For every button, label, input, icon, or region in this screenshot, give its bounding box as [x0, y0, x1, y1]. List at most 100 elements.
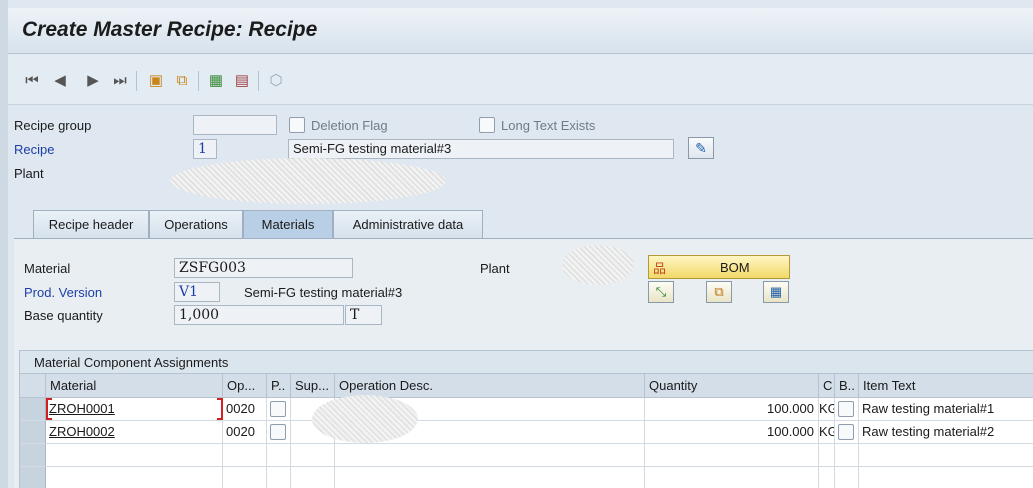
tab-label: Operations — [164, 217, 228, 232]
recipe-field[interactable]: 1 — [193, 139, 217, 159]
table-cell-quantity[interactable]: 100.000 — [645, 421, 819, 444]
table-cell-operation[interactable]: 0020 — [223, 421, 267, 444]
table-cell-material[interactable]: ZROH0002 — [46, 421, 223, 444]
table-icon: ▦ — [769, 284, 783, 299]
table-cell-material[interactable]: ZROH0001 — [46, 398, 223, 421]
next-page-icon[interactable]: ▶ — [83, 69, 103, 91]
column-header-c[interactable]: C — [819, 374, 835, 398]
table-cell-material[interactable] — [46, 467, 223, 488]
p-checkbox[interactable] — [270, 401, 286, 417]
column-header-quantity[interactable]: Quantity — [645, 374, 819, 398]
table-cell-material[interactable] — [46, 444, 223, 467]
table-cell-unit[interactable] — [819, 467, 835, 488]
tab-label: Materials — [261, 217, 315, 232]
table-cell-b[interactable] — [835, 467, 859, 488]
first-page-icon[interactable]: ⏮ — [22, 69, 42, 91]
redacted-operation-desc — [312, 395, 418, 443]
bom-structure-icon: 品 — [653, 261, 667, 276]
title-bar: Create Master Recipe: Recipe — [8, 8, 1033, 54]
left-frame-edge — [0, 0, 8, 488]
table-cell-quantity[interactable] — [645, 467, 819, 488]
recipe-group-field[interactable] — [193, 115, 277, 135]
column-header-operation-desc[interactable]: Operation Desc. — [335, 374, 645, 398]
table-cell-item-text[interactable] — [859, 444, 1033, 467]
table-cell-operation[interactable]: 0020 — [223, 398, 267, 421]
row-selector[interactable] — [20, 421, 46, 444]
recipe-label[interactable]: Recipe — [14, 142, 54, 157]
table-cell-operation-desc[interactable] — [335, 444, 645, 467]
column-header-p[interactable]: P.. — [267, 374, 291, 398]
structure-icon[interactable]: ▦ — [206, 69, 226, 91]
tab-materials[interactable]: Materials — [243, 210, 333, 238]
prod-version-description: Semi-FG testing material#3 — [244, 285, 403, 300]
assign-component-button[interactable]: ⤡ — [648, 281, 674, 303]
material-field[interactable]: ZSFG003 — [174, 258, 353, 278]
tab-label: Recipe header — [48, 217, 134, 232]
pencil-icon: ✎ — [695, 139, 707, 156]
materials-plant-label: Plant — [480, 261, 510, 276]
row-selector[interactable] — [20, 398, 46, 421]
table-cell-sup[interactable] — [291, 444, 335, 467]
display-icon[interactable]: ⬡ — [266, 69, 286, 91]
column-header-item-text[interactable]: Item Text — [859, 374, 1033, 398]
copy-assignment-button[interactable]: ⧉ — [706, 281, 732, 303]
p-checkbox[interactable] — [270, 424, 286, 440]
table-cell-operation-desc[interactable] — [335, 467, 645, 488]
base-quantity-unit-field[interactable]: T — [345, 305, 382, 325]
table-cell-unit[interactable]: KG — [819, 421, 835, 444]
table-cell-item-text[interactable]: Raw testing material#2 — [859, 421, 1033, 444]
last-page-icon[interactable]: ⏭ — [110, 69, 130, 91]
table-settings-button[interactable]: ▦ — [763, 281, 789, 303]
previous-page-icon[interactable]: ◀ — [50, 69, 70, 91]
base-quantity-field[interactable]: 1,000 — [174, 305, 344, 325]
table-cell-unit[interactable]: KG — [819, 398, 835, 421]
edit-long-text-button[interactable]: ✎ — [688, 137, 714, 159]
table-cell-b — [835, 421, 859, 444]
table-cell-b — [835, 398, 859, 421]
table-cell-unit[interactable] — [819, 444, 835, 467]
table-cell-quantity[interactable]: 100.000 — [645, 398, 819, 421]
deletion-flag-label: Deletion Flag — [311, 118, 388, 133]
select-all-header[interactable] — [20, 374, 46, 398]
prod-version-field[interactable]: V1 — [174, 282, 220, 302]
toolbar-separator — [198, 71, 199, 91]
table-cell-operation[interactable] — [223, 467, 267, 488]
column-header-sup[interactable]: Sup... — [291, 374, 335, 398]
table-cell-p[interactable] — [267, 444, 291, 467]
toolbar-separator — [136, 71, 137, 91]
tab-administrative-data[interactable]: Administrative data — [333, 210, 483, 238]
table-cell-p[interactable] — [267, 467, 291, 488]
table-cell-item-text[interactable] — [859, 467, 1033, 488]
column-header-material[interactable]: Material — [46, 374, 223, 398]
row-selector[interactable] — [20, 444, 46, 467]
print-icon[interactable]: ▤ — [232, 69, 252, 91]
column-header-b[interactable]: B.. — [835, 374, 859, 398]
table-cell-sup[interactable] — [291, 467, 335, 488]
column-header-operation[interactable]: Op... — [223, 374, 267, 398]
error-marker-right — [217, 398, 223, 420]
b-checkbox[interactable] — [838, 401, 854, 417]
deletion-flag-checkbox[interactable] — [289, 117, 305, 133]
row-selector[interactable] — [20, 467, 46, 488]
table-cell-p — [267, 421, 291, 444]
table-cell-quantity[interactable] — [645, 444, 819, 467]
tab-operations[interactable]: Operations — [149, 210, 243, 238]
table-title-bar: Material Component Assignments — [20, 351, 1033, 374]
recipe-description-field[interactable]: Semi-FG testing material#3 — [288, 139, 674, 159]
plant-label: Plant — [14, 166, 44, 181]
long-text-checkbox[interactable] — [479, 117, 495, 133]
bom-button[interactable]: 品 BOM — [648, 255, 790, 279]
tab-recipe-header[interactable]: Recipe header — [33, 210, 149, 238]
copy-icon: ⧉ — [714, 284, 724, 299]
table-cell-operation[interactable] — [223, 444, 267, 467]
long-text-label: Long Text Exists — [501, 118, 596, 133]
table-cell-p — [267, 398, 291, 421]
recipe-group-label: Recipe group — [14, 118, 92, 133]
table-cell-b[interactable] — [835, 444, 859, 467]
operations-icon[interactable]: ⧉ — [172, 69, 192, 91]
b-checkbox[interactable] — [838, 424, 854, 440]
header-icon[interactable]: ▣ — [146, 69, 166, 91]
prod-version-label[interactable]: Prod. Version — [24, 285, 102, 300]
table-cell-item-text[interactable]: Raw testing material#1 — [859, 398, 1033, 421]
error-marker-left — [46, 398, 52, 420]
